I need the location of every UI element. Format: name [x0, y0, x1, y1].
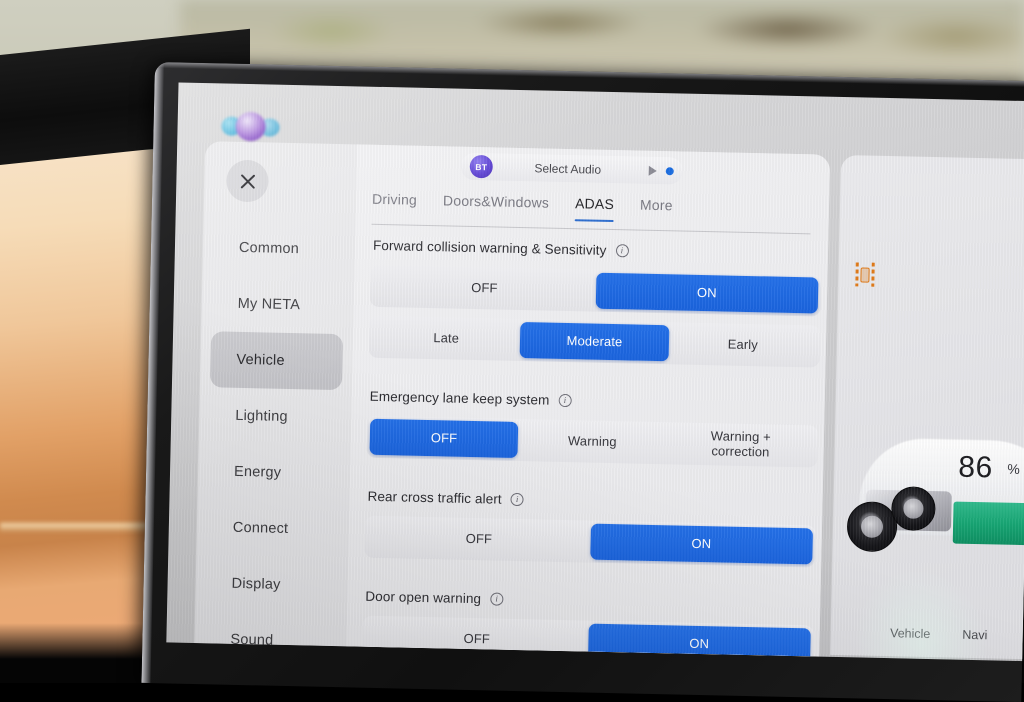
- battery-pack-bar: [952, 501, 1024, 547]
- sidebar-item-energy[interactable]: Energy: [207, 443, 340, 502]
- state-of-charge-value: 86: [957, 450, 994, 485]
- vehicle-wheel-rear: [846, 501, 898, 553]
- state-of-charge-unit: %: [1007, 460, 1020, 477]
- segment-option-off[interactable]: OFF: [365, 619, 588, 657]
- sidebar-item-connect[interactable]: Connect: [206, 499, 339, 558]
- logo-orb-center: [235, 111, 266, 142]
- tab-driving[interactable]: Driving: [372, 191, 417, 217]
- settings-main-area: BT Select Audio Driving Doors&Windows ADAS…: [346, 144, 831, 657]
- screen-surface: Common My NETA Vehicle Lighting Energy Connec…: [166, 82, 1024, 662]
- tab-doors-windows[interactable]: Doors&Windows: [443, 192, 549, 219]
- settings-sidebar: Common My NETA Vehicle Lighting Energy Connec…: [194, 141, 357, 649]
- tab-adas[interactable]: ADAS: [575, 195, 614, 221]
- settings-panel: Common My NETA Vehicle Lighting Energy Connec…: [194, 141, 831, 657]
- sidebar-item-label: My NETA: [237, 295, 301, 314]
- info-circle-icon[interactable]: i: [558, 393, 572, 407]
- segment-option-warning[interactable]: Warning: [518, 422, 667, 461]
- segment-option-on[interactable]: ON: [595, 272, 819, 314]
- settings-list: Forward collision warning & Sensitivity i…: [362, 235, 822, 657]
- segment-option-off[interactable]: OFF: [373, 268, 596, 309]
- info-circle-icon[interactable]: i: [510, 492, 524, 506]
- sidebar-item-label: Sound: [230, 631, 274, 649]
- segmented-control: OFF ON: [369, 264, 822, 317]
- sidebar-item-display[interactable]: Display: [205, 555, 338, 614]
- setting-title: Door open warning: [365, 588, 482, 606]
- segment-option-warning-correction[interactable]: Warning + correction: [666, 425, 815, 464]
- segment-option-moderate[interactable]: Moderate: [519, 322, 670, 362]
- settings-tabs: Driving Doors&Windows ADAS More: [371, 190, 812, 235]
- setting-title: Rear cross traffic alert: [367, 488, 502, 507]
- neta-orb-logo: [221, 111, 284, 142]
- sidebar-item-my-neta[interactable]: My NETA: [211, 275, 344, 334]
- sidebar-item-common[interactable]: Common: [212, 219, 345, 278]
- vehicle-card-tab-vehicle[interactable]: Vehicle: [890, 626, 931, 641]
- tab-more[interactable]: More: [640, 197, 673, 223]
- setting-title: Emergency lane keep system: [369, 388, 550, 408]
- audio-source-label: Select Audio: [534, 160, 602, 177]
- sidebar-item-label: Energy: [233, 463, 282, 481]
- setting-title: Forward collision warning & Sensitivity: [372, 237, 607, 258]
- setting-block: Forward collision warning & Sensitivity i…: [368, 235, 822, 394]
- setting-block: Rear cross traffic alert i OFF ON: [364, 486, 817, 594]
- sidebar-item-label: Connect: [232, 519, 289, 538]
- close-icon: [240, 173, 255, 189]
- sidebar-item-sound[interactable]: Sound: [204, 611, 337, 661]
- sidebar-item-vehicle[interactable]: Vehicle: [209, 331, 344, 391]
- setting-header: Forward collision warning & Sensitivity i: [373, 235, 822, 265]
- vehicle-status-card: 86 % Vehicle Navi: [830, 154, 1024, 660]
- info-circle-icon[interactable]: i: [615, 243, 629, 257]
- vehicle-card-tab-navi[interactable]: Navi: [962, 628, 987, 643]
- lane-marker-left: [855, 262, 859, 287]
- segment-option-early[interactable]: Early: [668, 325, 817, 364]
- segmented-control: OFF ON: [362, 615, 814, 657]
- sidebar-item-label: Vehicle: [236, 351, 285, 369]
- info-circle-icon[interactable]: i: [490, 591, 504, 606]
- setting-block: Door open warning i OFF ON: [362, 586, 814, 657]
- sidebar-item-label: Display: [231, 575, 281, 593]
- play-triangle-icon[interactable]: [648, 165, 657, 176]
- close-button[interactable]: [225, 159, 269, 203]
- lane-departure-warning-icon: [854, 261, 876, 287]
- segment-option-off[interactable]: OFF: [369, 418, 519, 459]
- bluetooth-avatar: BT: [469, 154, 494, 179]
- sidebar-item-label: Lighting: [235, 407, 288, 425]
- lane-marker-right: [871, 262, 875, 287]
- infotainment-display: Common My NETA Vehicle Lighting Energy Connec…: [141, 62, 1024, 702]
- vehicle-3d-view[interactable]: 86 %: [839, 423, 1024, 603]
- sidebar-item-label: Common: [238, 239, 300, 258]
- segment-option-on[interactable]: ON: [589, 523, 813, 565]
- audio-source-bar[interactable]: BT Select Audio: [460, 152, 684, 185]
- blue-dot-indicator: [665, 166, 674, 175]
- segment-option-on[interactable]: ON: [587, 623, 811, 657]
- sidebar-item-lighting[interactable]: Lighting: [209, 387, 342, 446]
- lane-car-glyph: [860, 266, 870, 283]
- setting-block: Emergency lane keep system i OFF Warning War…: [366, 386, 819, 494]
- segment-option-off[interactable]: OFF: [367, 519, 590, 560]
- segment-option-late[interactable]: Late: [372, 319, 521, 358]
- vehicle-card-tabs: Vehicle Navi: [831, 625, 1024, 644]
